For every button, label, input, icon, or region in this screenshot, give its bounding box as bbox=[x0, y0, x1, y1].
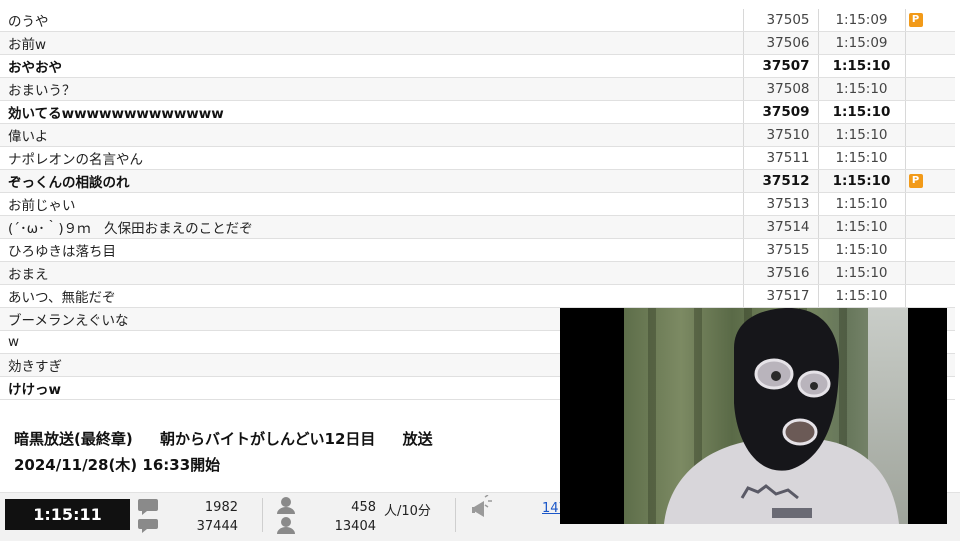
comment-time: 1:15:09 bbox=[817, 31, 905, 55]
comment-icon bbox=[138, 499, 158, 533]
comment-time: 1:15:10 bbox=[817, 123, 905, 147]
premium-cell bbox=[904, 100, 955, 124]
comment-number: 37508 bbox=[742, 77, 818, 101]
viewer-icon bbox=[277, 497, 295, 534]
premium-cell bbox=[904, 261, 955, 285]
comment-time: 1:15:10 bbox=[817, 261, 905, 285]
comment-time: 1:15:10 bbox=[817, 192, 905, 216]
comment-time: 1:15:09 bbox=[817, 9, 905, 32]
divider bbox=[262, 498, 263, 532]
comment-count-now: 1982 bbox=[204, 500, 238, 515]
comment-row[interactable]: ひろゆきは落ち目 37515 1:15:10 bbox=[0, 238, 955, 262]
comment-text: 効いてるwwwwwwwwwwwww bbox=[0, 100, 743, 124]
broadcast-info: 暗黒放送(最終章) 朝からバイトがしんどい12日目 放送 2024/11/28(… bbox=[14, 426, 455, 478]
comment-number: 37506 bbox=[742, 31, 818, 55]
premium-cell bbox=[904, 192, 955, 216]
comment-time: 1:15:10 bbox=[817, 54, 905, 78]
comment-text: お前じゃい bbox=[0, 192, 743, 216]
comment-time: 1:15:10 bbox=[817, 284, 905, 308]
comment-row[interactable]: お前じゃい 37513 1:15:10 bbox=[0, 192, 955, 216]
comment-time: 1:15:10 bbox=[817, 215, 905, 239]
elapsed-time: 1:15:11 bbox=[5, 499, 130, 530]
broadcast-suffix: 放送 bbox=[402, 430, 433, 448]
comment-time: 1:15:10 bbox=[817, 238, 905, 262]
comment-number: 37516 bbox=[742, 261, 818, 285]
comment-time: 1:15:10 bbox=[817, 146, 905, 170]
comment-text: ぞっくんの相談のれ bbox=[0, 169, 743, 193]
comment-row[interactable]: おまえ 37516 1:15:10 bbox=[0, 261, 955, 285]
viewer-count-total: 13404 bbox=[334, 519, 376, 534]
comment-time: 1:15:10 bbox=[817, 169, 905, 193]
channel-name[interactable]: 暗黒放送(最終章) bbox=[14, 430, 133, 448]
comment-number: 37513 bbox=[742, 192, 818, 216]
premium-cell bbox=[904, 238, 955, 262]
comment-row[interactable]: 効いてるwwwwwwwwwwwww 37509 1:15:10 bbox=[0, 100, 955, 124]
comment-row[interactable]: おまいう？ 37508 1:15:10 bbox=[0, 77, 955, 101]
comment-number: 37515 bbox=[742, 238, 818, 262]
comment-number: 37517 bbox=[742, 284, 818, 308]
comment-row[interactable]: のうや 37505 1:15:09 P bbox=[0, 9, 955, 32]
broadcast-start-time: 2024/11/28(木) 16:33開始 bbox=[14, 456, 221, 474]
streamer-figure bbox=[664, 308, 899, 524]
comment-row[interactable]: (´･ω･｀)９ｍ 久保田おまえのことだぞ 37514 1:15:10 bbox=[0, 215, 955, 239]
comment-row[interactable]: おやおや 37507 1:15:10 bbox=[0, 54, 955, 78]
comment-number: 37509 bbox=[742, 100, 818, 124]
comment-row[interactable]: あいつ、無能だぞ 37517 1:15:10 bbox=[0, 284, 955, 308]
premium-cell bbox=[904, 284, 955, 308]
comment-number: 37505 bbox=[742, 9, 818, 32]
comment-row[interactable]: お前w 37506 1:15:09 bbox=[0, 31, 955, 55]
premium-cell bbox=[904, 123, 955, 147]
video-frame bbox=[624, 308, 908, 524]
premium-cell bbox=[904, 31, 955, 55]
comment-text: おまえ bbox=[0, 261, 743, 285]
comment-text: ひろゆきは落ち目 bbox=[0, 238, 743, 262]
comment-row[interactable]: ナポレオンの名言やん 37511 1:15:10 bbox=[0, 146, 955, 170]
comment-text: のうや bbox=[0, 9, 743, 32]
comment-text: (´･ω･｀)９ｍ 久保田おまえのことだぞ bbox=[0, 215, 743, 239]
premium-badge-icon: P bbox=[908, 13, 923, 27]
comment-time: 1:15:10 bbox=[817, 100, 905, 124]
viewer-count-now: 458 bbox=[351, 500, 376, 515]
comment-count-total: 37444 bbox=[196, 519, 238, 534]
broadcast-title-line: 暗黒放送(最終章) 朝からバイトがしんどい12日目 放送 bbox=[14, 426, 455, 452]
premium-cell: P bbox=[904, 169, 955, 193]
comment-number: 37514 bbox=[742, 215, 818, 239]
viewer-count-unit: 人/10分 bbox=[384, 504, 431, 519]
premium-cell bbox=[904, 77, 955, 101]
premium-cell bbox=[904, 146, 955, 170]
divider bbox=[455, 498, 456, 532]
comment-text: ナポレオンの名言やん bbox=[0, 146, 743, 170]
premium-cell: P bbox=[904, 9, 955, 32]
comment-row[interactable]: ぞっくんの相談のれ 37512 1:15:10 P bbox=[0, 169, 955, 193]
comment-row[interactable]: 偉いよ 37510 1:15:10 bbox=[0, 123, 955, 147]
comment-number: 37511 bbox=[742, 146, 818, 170]
comment-number: 37510 bbox=[742, 123, 818, 147]
premium-cell bbox=[904, 215, 955, 239]
premium-badge-icon: P bbox=[908, 174, 923, 188]
comment-text: おやおや bbox=[0, 54, 743, 78]
comment-time: 1:15:10 bbox=[817, 77, 905, 101]
video-player[interactable] bbox=[560, 308, 947, 524]
comment-text: 偉いよ bbox=[0, 123, 743, 147]
comment-number: 37507 bbox=[742, 54, 818, 78]
comment-number: 37512 bbox=[742, 169, 818, 193]
comment-text: おまいう？ bbox=[0, 77, 743, 101]
ad-icon[interactable] bbox=[470, 495, 492, 521]
broadcast-title: 朝からバイトがしんどい12日目 bbox=[159, 430, 376, 448]
comment-text: あいつ、無能だぞ bbox=[0, 284, 743, 308]
comment-text: お前w bbox=[0, 31, 743, 55]
premium-cell bbox=[904, 54, 955, 78]
